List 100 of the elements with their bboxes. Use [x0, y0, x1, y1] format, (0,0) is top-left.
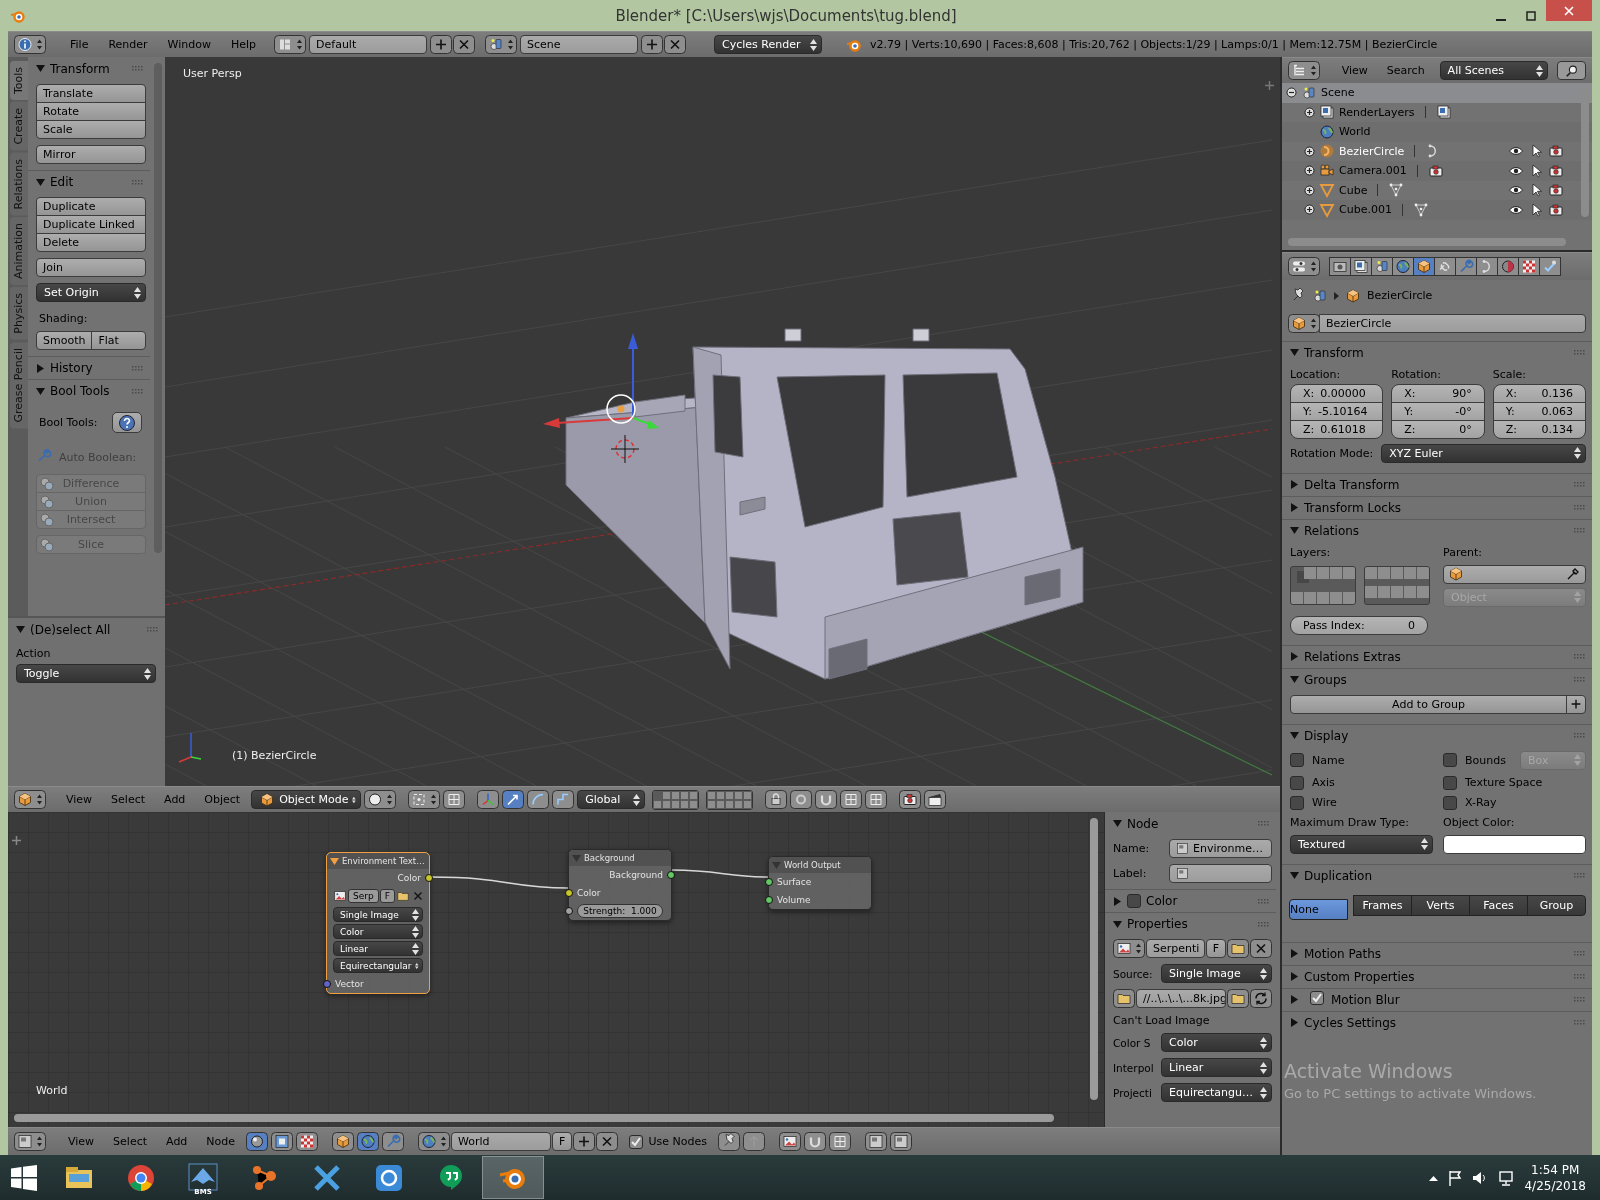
- menu-item[interactable]: Select: [105, 1135, 156, 1148]
- tool-button[interactable]: Smooth: [36, 331, 93, 350]
- name-field[interactable]: Environme…: [1169, 839, 1272, 858]
- tool-button[interactable]: Flat: [91, 331, 146, 350]
- menu-item[interactable]: File: [62, 38, 97, 51]
- panel-title[interactable]: Transform: [1304, 345, 1569, 360]
- panel-title[interactable]: Motion Blur: [1331, 992, 1569, 1007]
- source-dropdown[interactable]: Single Image: [1161, 964, 1272, 983]
- fake-user-toggle[interactable]: F: [1205, 939, 1226, 958]
- setting-dropdown[interactable]: Color: [1161, 1033, 1272, 1052]
- setting-dropdown[interactable]: Equirectangu…: [1161, 1083, 1272, 1102]
- menu-item[interactable]: Select: [103, 793, 154, 806]
- tool-button[interactable]: Scale: [36, 120, 146, 139]
- node-dropdown[interactable]: Single Image: [333, 907, 423, 922]
- tool-button[interactable]: Mirror: [36, 145, 146, 164]
- duplication-tab[interactable]: Verts: [1411, 894, 1470, 916]
- menu-item[interactable]: View: [60, 1135, 103, 1148]
- panel-title[interactable]: (De)select All: [30, 622, 142, 637]
- panel-title[interactable]: Cycles Settings: [1304, 1015, 1569, 1030]
- add-to-group-button[interactable]: Add to Group: [1290, 694, 1567, 714]
- panel-title[interactable]: Color: [1146, 894, 1253, 908]
- tool-button[interactable]: Rotate: [36, 102, 146, 121]
- scene-field[interactable]: Scene: [520, 35, 639, 54]
- outliner-row[interactable]: RenderLayers: [1282, 102, 1592, 122]
- tool-tab[interactable]: Tools: [10, 61, 28, 101]
- rotation-mode-dropdown[interactable]: XYZ Euler: [1381, 443, 1586, 463]
- menu-item[interactable]: Add: [158, 1135, 196, 1148]
- item-name[interactable]: RenderLayers: [1339, 105, 1415, 119]
- duplication-tab[interactable]: Faces: [1469, 894, 1528, 916]
- draw-type-dropdown[interactable]: Textured: [1290, 834, 1433, 854]
- outliner-row[interactable]: Cube: [1282, 180, 1592, 200]
- action-dropdown[interactable]: Toggle: [16, 664, 156, 683]
- menu-item[interactable]: View: [1333, 64, 1376, 77]
- number-field[interactable]: X: 90°: [1391, 383, 1485, 403]
- outliner-row[interactable]: Cube.001: [1282, 200, 1592, 220]
- object-name-field[interactable]: BezierCircle: [1319, 313, 1586, 333]
- strength-field[interactable]: Strength: 1.000: [577, 904, 663, 918]
- item-name[interactable]: Camera.001: [1339, 164, 1407, 178]
- panel-title[interactable]: Transform: [50, 61, 127, 76]
- menu-item[interactable]: View: [58, 793, 101, 806]
- item-name[interactable]: BezierCircle: [1339, 144, 1405, 158]
- panel-title[interactable]: Relations Extras: [1304, 649, 1569, 664]
- number-field[interactable]: X: 0.00000: [1290, 383, 1384, 403]
- fake-user-toggle[interactable]: F: [379, 889, 395, 903]
- filter-dropdown[interactable]: All Scenes: [1439, 61, 1548, 80]
- shader-node[interactable]: Background Background Color Strength: 1.000: [568, 849, 672, 921]
- number-field[interactable]: Pass Index: 0: [1290, 615, 1428, 635]
- panel-title[interactable]: Motion Paths: [1304, 946, 1569, 961]
- menu-item[interactable]: Object: [196, 793, 249, 806]
- menu-item[interactable]: Node: [198, 1135, 244, 1148]
- panel-title[interactable]: Relations: [1304, 523, 1569, 538]
- tool-tab[interactable]: Physics: [10, 287, 28, 340]
- menu-item[interactable]: Add: [156, 793, 194, 806]
- node-dropdown[interactable]: Linear: [333, 941, 423, 956]
- panel-title[interactable]: Edit: [50, 175, 127, 189]
- outliner-row[interactable]: Camera.001: [1282, 161, 1592, 181]
- panel-title[interactable]: Display: [1304, 728, 1569, 743]
- panel-title[interactable]: Duplication: [1304, 868, 1569, 883]
- duplication-tab[interactable]: Group: [1527, 894, 1586, 916]
- outliner-row[interactable]: World: [1282, 122, 1592, 142]
- item-name[interactable]: Cube.001: [1339, 203, 1392, 217]
- fake-user-toggle[interactable]: F: [552, 1132, 573, 1151]
- shader-node[interactable]: World Output Surface Volume: [768, 856, 872, 910]
- tool-tab[interactable]: Animation: [10, 217, 28, 286]
- item-name[interactable]: World: [1339, 125, 1371, 139]
- tool-button[interactable]: Join: [36, 258, 146, 277]
- panel-title[interactable]: Node: [1127, 816, 1253, 831]
- outliner-row[interactable]: BezierCircle: [1282, 141, 1592, 161]
- panel-title[interactable]: Properties: [1127, 917, 1253, 931]
- setting-dropdown[interactable]: Linear: [1161, 1058, 1272, 1077]
- tool-tab[interactable]: Create: [10, 102, 28, 151]
- render-engine-dropdown[interactable]: Cycles Render: [714, 35, 823, 54]
- panel-title[interactable]: Custom Properties: [1304, 969, 1569, 984]
- menu-item[interactable]: Render: [100, 38, 156, 51]
- tool-tab[interactable]: Grease Pencil: [10, 341, 28, 429]
- panel-title[interactable]: Transform Locks: [1304, 500, 1569, 515]
- tool-button[interactable]: Duplicate Linked: [36, 215, 146, 234]
- panel-title[interactable]: Bool Tools: [50, 384, 127, 398]
- tool-button[interactable]: Delete: [36, 233, 146, 252]
- panel-title[interactable]: Delta Transform: [1304, 477, 1569, 492]
- menu-item[interactable]: Search: [1378, 64, 1433, 77]
- duplication-tab[interactable]: Frames: [1353, 894, 1412, 916]
- panel-title[interactable]: History: [50, 361, 127, 375]
- image-field[interactable]: Serp: [348, 889, 379, 903]
- layout-field[interactable]: Default: [309, 35, 428, 54]
- outliner-row[interactable]: Scene: [1282, 83, 1592, 103]
- menu-item[interactable]: Window: [159, 38, 219, 51]
- tool-tab[interactable]: Relations: [10, 152, 28, 216]
- dropdown[interactable]: Set Origin: [36, 283, 146, 302]
- shader-node[interactable]: Environment Text… Color Serp F Single Image Color Linear Equirectangular Vector: [326, 852, 430, 994]
- node-dropdown[interactable]: Equirectangular: [333, 958, 423, 973]
- number-field[interactable]: Z: 0.134: [1492, 419, 1586, 439]
- orientation-dropdown[interactable]: Global: [577, 790, 646, 809]
- node-dropdown[interactable]: Color: [333, 924, 423, 939]
- duplication-tab[interactable]: None: [1289, 898, 1348, 920]
- image-field[interactable]: Serpenti: [1146, 939, 1205, 958]
- filepath-field[interactable]: //..\..\..\...8k.jpg: [1136, 989, 1226, 1008]
- item-name[interactable]: Cube: [1339, 183, 1368, 197]
- item-name[interactable]: Scene: [1321, 86, 1355, 100]
- panel-title[interactable]: Groups: [1304, 672, 1569, 687]
